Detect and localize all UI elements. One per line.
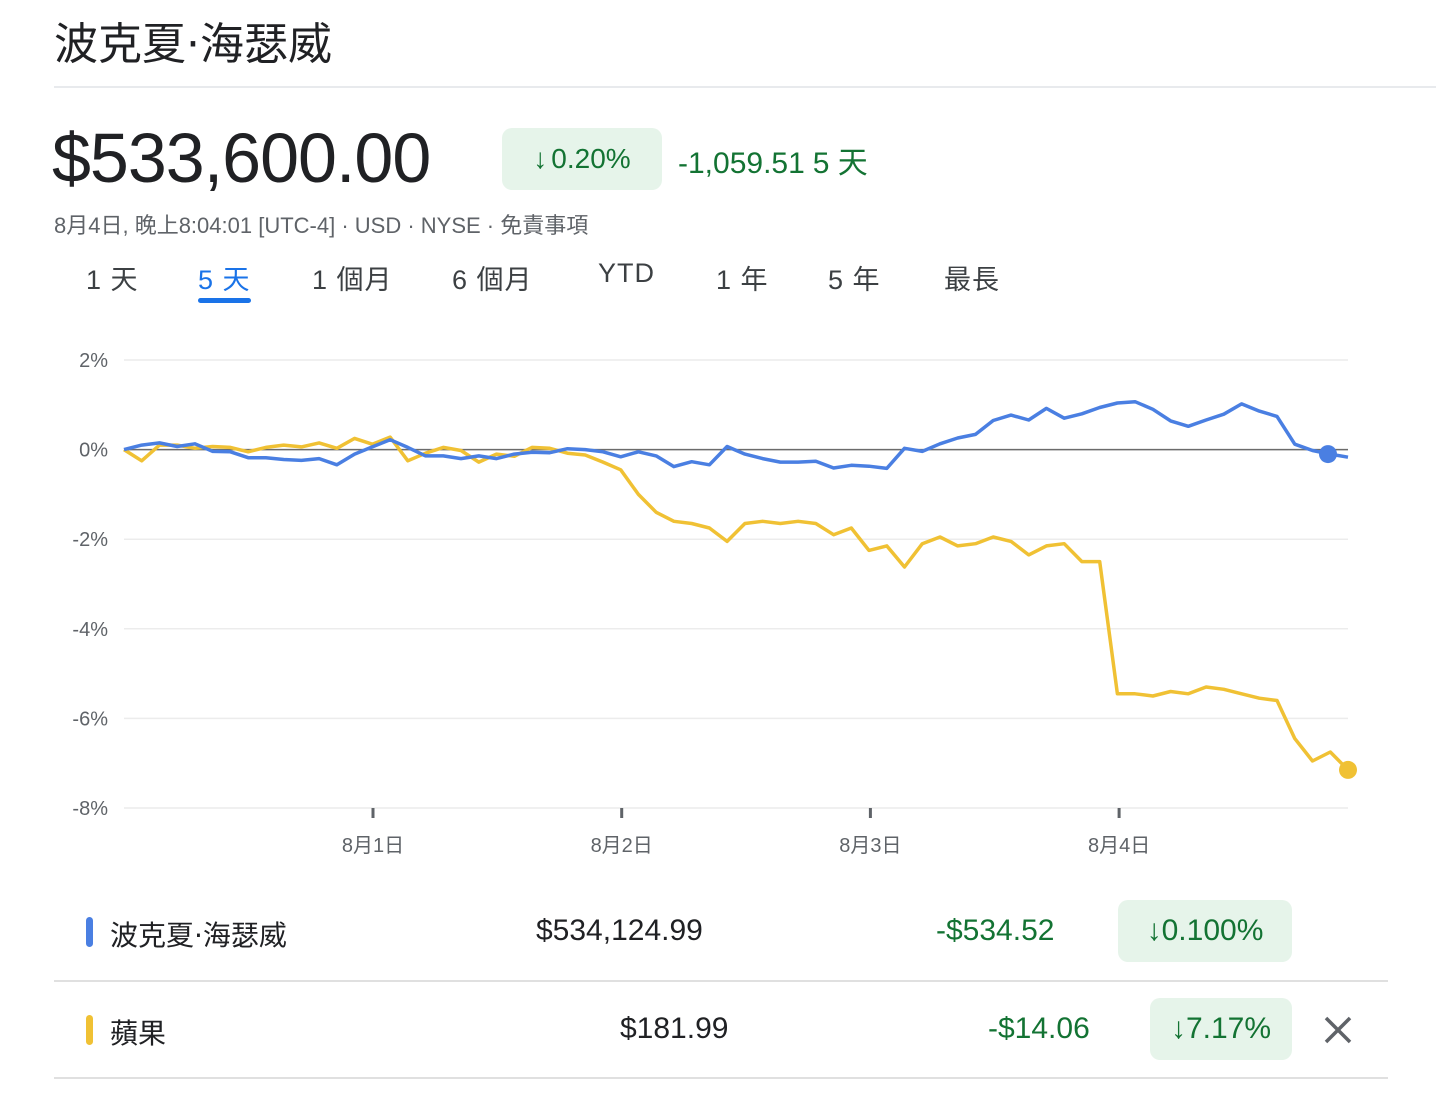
- series-name: 蘋果: [110, 1017, 167, 1050]
- tab-5-days[interactable]: 5 天: [198, 258, 251, 303]
- absolute-change: -1,059.51 5 天: [678, 138, 868, 182]
- tab-max[interactable]: 最長: [944, 258, 1000, 297]
- change-period: 5 天: [812, 147, 868, 180]
- series-percent: 0.100%: [1161, 914, 1264, 947]
- series-end-marker-berkshire: [1319, 445, 1337, 464]
- row-divider: [54, 1077, 1388, 1079]
- quote-meta: 8月4日, 晚上8:04:01 [UTC-4] · USD · NYSE · 免…: [54, 208, 588, 240]
- percent-change-value: 0.20%: [551, 143, 631, 174]
- arrow-down-icon: ↓: [1146, 914, 1162, 947]
- y-tick-label: -8%: [72, 798, 108, 820]
- tab-ytd[interactable]: YTD: [598, 258, 655, 289]
- arrow-down-icon: ↓: [533, 143, 548, 174]
- tab-1-month[interactable]: 1 個月: [312, 258, 393, 297]
- price-comparison-chart[interactable]: 2% 0% -2% -4% -6% -8% 8月1日 8月2日 8月3日 8月4日: [0, 330, 1436, 870]
- series-percent-badge: ↓ 0.100%: [1118, 900, 1292, 962]
- y-tick-label: -4%: [72, 619, 108, 641]
- quote-timestamp: 8月4日, 晚上8:04:01 [UTC-4] · USD · NYSE ·: [54, 213, 501, 238]
- series-percent-badge: ↓ 7.17%: [1150, 998, 1292, 1060]
- y-tick-label: -6%: [72, 708, 108, 730]
- series-percent: 7.17%: [1185, 1012, 1272, 1045]
- disclaimer-link[interactable]: 免責事項: [500, 213, 588, 238]
- series-change: -$14.06: [988, 1012, 1090, 1045]
- y-tick-label: 2%: [79, 350, 108, 372]
- active-tab-indicator: [198, 298, 251, 303]
- series-color-swatch: [86, 1015, 93, 1045]
- x-tick-label: 8月2日: [591, 835, 653, 857]
- arrow-down-icon: ↓: [1170, 1012, 1186, 1045]
- series-line-berkshire: [123, 399, 1349, 471]
- close-icon[interactable]: [1318, 1010, 1358, 1050]
- series-end-marker-apple: [1339, 760, 1357, 779]
- x-tick-label: 8月1日: [342, 835, 404, 857]
- current-price: $533,600.00: [52, 119, 431, 197]
- comparison-row-berkshire[interactable]: 波克夏·海瑟威 $534,124.99 -$534.52 ↓ 0.100%: [54, 884, 1388, 980]
- header-divider: [54, 86, 1436, 88]
- tab-1-year[interactable]: 1 年: [716, 258, 769, 297]
- tab-5-days-label: 5 天: [198, 265, 251, 295]
- series-line-apple: [123, 435, 1350, 772]
- comparison-row-apple[interactable]: 蘋果 $181.99 -$14.06 ↓ 7.17%: [54, 982, 1388, 1078]
- y-tick-label: -2%: [72, 529, 108, 551]
- x-tick-label: 8月3日: [839, 835, 901, 857]
- series-price: $181.99: [620, 1012, 729, 1045]
- absolute-change-value: -1,059.51: [678, 147, 805, 180]
- tab-5-years[interactable]: 5 年: [828, 258, 881, 297]
- series-name: 波克夏·海瑟威: [110, 919, 287, 952]
- tab-6-months[interactable]: 6 個月: [452, 258, 533, 297]
- series-price: $534,124.99: [536, 914, 703, 947]
- series-change: -$534.52: [936, 914, 1055, 947]
- y-tick-label: 0%: [79, 440, 108, 462]
- series-color-swatch: [86, 917, 93, 947]
- tab-1-day[interactable]: 1 天: [86, 258, 139, 297]
- percent-change-badge: ↓ 0.20%: [502, 128, 662, 190]
- page-title: 波克夏·海瑟威: [54, 19, 332, 70]
- x-tick-label: 8月4日: [1088, 835, 1150, 857]
